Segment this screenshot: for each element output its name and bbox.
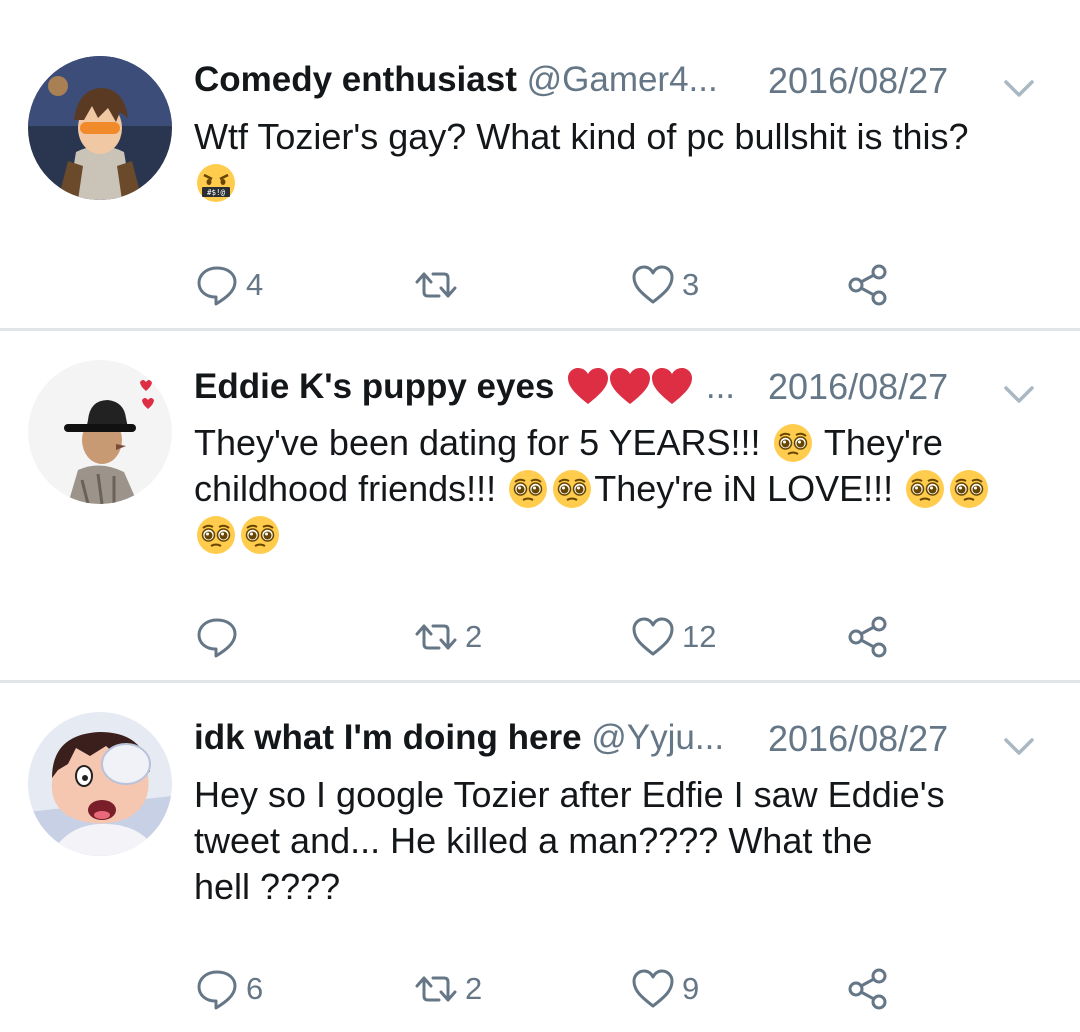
reply-button[interactable]: 6 bbox=[194, 964, 263, 1014]
share-icon bbox=[845, 966, 891, 1012]
handle: @Yyju... bbox=[591, 718, 725, 757]
pleading-face-emoji bbox=[196, 515, 236, 555]
red-heart-emoji bbox=[650, 366, 694, 406]
tweet-actions: 2 12 bbox=[0, 612, 1080, 662]
heart-icon bbox=[630, 262, 676, 308]
tweet-text-line: They're iN LOVE!!! bbox=[594, 468, 894, 509]
retweet-count: 2 bbox=[465, 619, 483, 654]
tweet-text-line: childhood friends!!! bbox=[194, 468, 497, 509]
tweet[interactable]: Eddie K's puppy eyes ... 2016/08/27 They… bbox=[0, 358, 1080, 678]
chevron-down-icon[interactable] bbox=[1002, 734, 1036, 758]
like-count: 3 bbox=[682, 267, 700, 302]
like-button[interactable]: 3 bbox=[630, 260, 699, 310]
reply-icon bbox=[194, 262, 240, 308]
face-with-symbols-on-mouth-emoji bbox=[196, 163, 236, 203]
pleading-face-emoji bbox=[773, 423, 813, 463]
pleading-face-emoji bbox=[508, 469, 548, 509]
tweet-header: Eddie K's puppy eyes ... 2016/08/27 bbox=[194, 358, 1054, 414]
share-button[interactable] bbox=[845, 260, 891, 310]
display-name-text: idk what I'm doing here bbox=[194, 718, 582, 757]
tweet-text-line: tweet and... He killed a man???? What th… bbox=[194, 820, 873, 861]
tweet-text-line: Wtf Tozier's gay? What kind of pc bullsh… bbox=[194, 116, 969, 157]
divider bbox=[0, 328, 1080, 331]
share-button[interactable] bbox=[845, 964, 891, 1014]
heart-icon bbox=[630, 614, 676, 660]
display-name[interactable]: idk what I'm doing here @Yyju... bbox=[194, 718, 724, 758]
tweet-date: 2016/08/27 bbox=[768, 60, 949, 101]
tweet-text-line: Hey so I google Tozier after Edfie I saw… bbox=[194, 774, 945, 815]
tweet-text-line: hell ???? bbox=[194, 866, 341, 907]
like-count: 12 bbox=[682, 619, 717, 654]
retweet-button[interactable]: 2 bbox=[413, 964, 482, 1014]
tweet-date: 2016/08/27 bbox=[768, 718, 949, 759]
share-icon bbox=[845, 614, 891, 660]
reply-count: 4 bbox=[246, 267, 264, 302]
chevron-down-icon[interactable] bbox=[1002, 382, 1036, 406]
avatar[interactable] bbox=[28, 360, 172, 504]
retweet-icon bbox=[413, 614, 459, 660]
pleading-face-emoji bbox=[240, 515, 280, 555]
like-count: 9 bbox=[682, 971, 700, 1006]
tweet-actions: 6 2 9 bbox=[0, 964, 1080, 1014]
red-heart-emoji bbox=[608, 366, 652, 406]
tweet-actions: 4 3 bbox=[0, 260, 1080, 310]
chevron-down-icon[interactable] bbox=[1002, 76, 1036, 100]
share-icon bbox=[845, 262, 891, 308]
display-name-text: Comedy enthusiast bbox=[194, 60, 517, 99]
tweet-header: idk what I'm doing here @Yyju... 2016/08… bbox=[194, 710, 1054, 766]
reply-count: 6 bbox=[246, 971, 264, 1006]
handle: @Gamer4... bbox=[526, 60, 718, 99]
pleading-face-emoji bbox=[552, 469, 592, 509]
heart-icon bbox=[630, 966, 676, 1012]
retweet-count: 2 bbox=[465, 971, 483, 1006]
tweet-header: Comedy enthusiast @Gamer4... 2016/08/27 bbox=[194, 52, 1054, 108]
tweet-text: Wtf Tozier's gay? What kind of pc bullsh… bbox=[194, 114, 1054, 206]
tweet-date: 2016/08/27 bbox=[768, 366, 949, 407]
tweet-text-line: They've been dating for 5 YEARS!!! bbox=[194, 422, 761, 463]
like-button[interactable]: 12 bbox=[630, 612, 716, 662]
tweet[interactable]: idk what I'm doing here @Yyju... 2016/08… bbox=[0, 710, 1080, 1030]
divider bbox=[0, 680, 1080, 683]
handle: ... bbox=[705, 367, 736, 406]
pleading-face-emoji bbox=[949, 469, 989, 509]
avatar[interactable] bbox=[28, 56, 172, 200]
retweet-button[interactable]: 2 bbox=[413, 612, 482, 662]
tweet-text: Hey so I google Tozier after Edfie I saw… bbox=[194, 772, 1054, 910]
retweet-button[interactable] bbox=[413, 260, 465, 310]
retweet-icon bbox=[413, 966, 459, 1012]
reply-button[interactable] bbox=[194, 612, 246, 662]
red-heart-emoji bbox=[566, 366, 610, 406]
display-name[interactable]: Comedy enthusiast @Gamer4... bbox=[194, 60, 718, 100]
display-name-text: Eddie K's puppy eyes bbox=[194, 367, 555, 406]
tweet-text-line: They're bbox=[823, 422, 943, 463]
pleading-face-emoji bbox=[905, 469, 945, 509]
display-name[interactable]: Eddie K's puppy eyes ... bbox=[194, 366, 735, 407]
avatar[interactable] bbox=[28, 712, 172, 856]
reply-icon bbox=[194, 614, 240, 660]
like-button[interactable]: 9 bbox=[630, 964, 699, 1014]
reply-button[interactable]: 4 bbox=[194, 260, 263, 310]
tweet-text: They've been dating for 5 YEARS!!! They'… bbox=[194, 420, 1054, 558]
tweet[interactable]: Comedy enthusiast @Gamer4... 2016/08/27 … bbox=[0, 52, 1080, 322]
reply-icon bbox=[194, 966, 240, 1012]
retweet-icon bbox=[413, 262, 459, 308]
share-button[interactable] bbox=[845, 612, 891, 662]
